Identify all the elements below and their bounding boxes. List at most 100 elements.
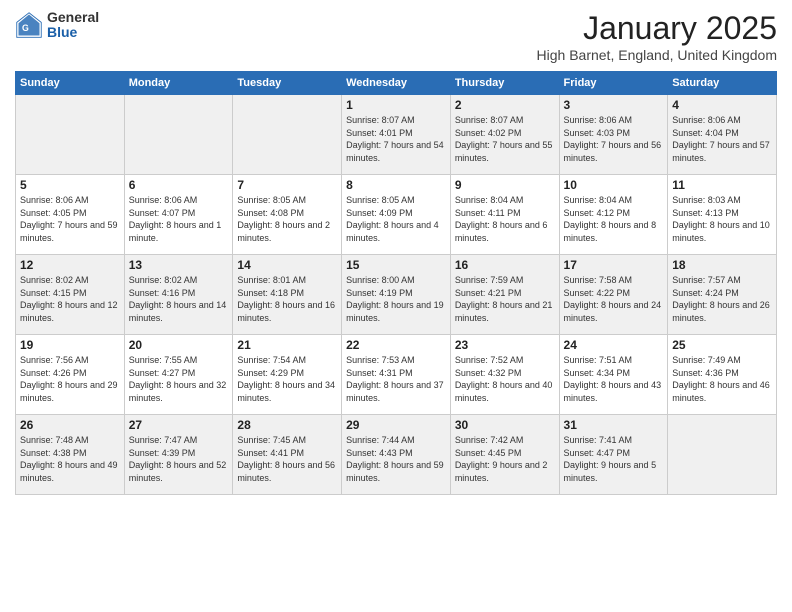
calendar-cell: 20 Sunrise: 7:55 AMSunset: 4:27 PMDayligh… [124, 335, 233, 415]
cell-day-number: 22 [346, 338, 446, 352]
cell-day-number: 15 [346, 258, 446, 272]
cell-day-number: 31 [564, 418, 664, 432]
cell-day-number: 25 [672, 338, 772, 352]
weekday-header: Saturday [668, 72, 777, 95]
calendar-cell: 26Sunrise: 7:48 AMSunset: 4:38 PMDayligh… [16, 415, 125, 495]
cell-day-number: 16 [455, 258, 555, 272]
cell-sun-info: Sunrise: 7:41 AMSunset: 4:47 PMDaylight:… [564, 434, 664, 484]
cell-day-number: 12 [20, 258, 120, 272]
logo-icon: G [15, 11, 43, 39]
cell-day-number: 5 [20, 178, 120, 192]
calendar-cell: 24 Sunrise: 7:51 AMSunset: 4:34 PMDayligh… [559, 335, 668, 415]
calendar-cell: 14 Sunrise: 8:01 AMSunset: 4:18 PMDayligh… [233, 255, 342, 335]
calendar-cell: 7Sunrise: 8:05 AMSunset: 4:08 PMDaylight… [233, 175, 342, 255]
weekday-header: Sunday [16, 72, 125, 95]
logo-text: General Blue [47, 10, 99, 41]
cell-sun-info: Sunrise: 7:57 AMSunset: 4:24 PMDaylight:… [672, 274, 772, 324]
calendar-cell: 31 Sunrise: 7:41 AMSunset: 4:47 PMDayligh… [559, 415, 668, 495]
cell-sun-info: Sunrise: 8:05 AMSunset: 4:08 PMDaylight:… [237, 194, 337, 244]
calendar-cell: 28Sunrise: 7:45 AMSunset: 4:41 PMDayligh… [233, 415, 342, 495]
cell-day-number: 4 [672, 98, 772, 112]
calendar-cell: 4 Sunrise: 8:06 AMSunset: 4:04 PMDaylight… [668, 95, 777, 175]
calendar-week-row: 5 Sunrise: 8:06 AMSunset: 4:05 PMDaylight… [16, 175, 777, 255]
calendar-cell: 12 Sunrise: 8:02 AMSunset: 4:15 PMDayligh… [16, 255, 125, 335]
calendar-cell: 11 Sunrise: 8:03 AMSunset: 4:13 PMDayligh… [668, 175, 777, 255]
calendar-week-row: 26Sunrise: 7:48 AMSunset: 4:38 PMDayligh… [16, 415, 777, 495]
calendar-week-row: 12 Sunrise: 8:02 AMSunset: 4:15 PMDayligh… [16, 255, 777, 335]
calendar-cell: 22 Sunrise: 7:53 AMSunset: 4:31 PMDayligh… [342, 335, 451, 415]
cell-sun-info: Sunrise: 8:06 AMSunset: 4:03 PMDaylight:… [564, 114, 664, 164]
cell-day-number: 24 [564, 338, 664, 352]
weekday-header-row: SundayMondayTuesdayWednesdayThursdayFrid… [16, 72, 777, 95]
cell-sun-info: Sunrise: 8:02 AMSunset: 4:15 PMDaylight:… [20, 274, 120, 324]
cell-sun-info: Sunrise: 7:54 AMSunset: 4:29 PMDaylight:… [237, 354, 337, 404]
cell-day-number: 27 [129, 418, 229, 432]
weekday-header: Friday [559, 72, 668, 95]
cell-sun-info: Sunrise: 7:56 AMSunset: 4:26 PMDaylight:… [20, 354, 120, 404]
cell-day-number: 29 [346, 418, 446, 432]
logo-general-text: General [47, 10, 99, 25]
page: G General Blue January 2025 High Barnet,… [0, 0, 792, 612]
cell-sun-info: Sunrise: 7:52 AMSunset: 4:32 PMDaylight:… [455, 354, 555, 404]
cell-sun-info: Sunrise: 8:06 AMSunset: 4:05 PMDaylight:… [20, 194, 120, 244]
cell-sun-info: Sunrise: 8:06 AMSunset: 4:04 PMDaylight:… [672, 114, 772, 164]
cell-day-number: 21 [237, 338, 337, 352]
calendar-cell: 5 Sunrise: 8:06 AMSunset: 4:05 PMDaylight… [16, 175, 125, 255]
cell-sun-info: Sunrise: 8:01 AMSunset: 4:18 PMDaylight:… [237, 274, 337, 324]
calendar-cell: 6Sunrise: 8:06 AMSunset: 4:07 PMDaylight… [124, 175, 233, 255]
cell-day-number: 1 [346, 98, 446, 112]
cell-sun-info: Sunrise: 7:42 AMSunset: 4:45 PMDaylight:… [455, 434, 555, 484]
cell-day-number: 10 [564, 178, 664, 192]
cell-sun-info: Sunrise: 7:44 AMSunset: 4:43 PMDaylight:… [346, 434, 446, 484]
cell-sun-info: Sunrise: 7:51 AMSunset: 4:34 PMDaylight:… [564, 354, 664, 404]
cell-day-number: 11 [672, 178, 772, 192]
cell-day-number: 2 [455, 98, 555, 112]
calendar-cell: 3Sunrise: 8:06 AMSunset: 4:03 PMDaylight… [559, 95, 668, 175]
cell-day-number: 26 [20, 418, 120, 432]
cell-day-number: 13 [129, 258, 229, 272]
cell-day-number: 30 [455, 418, 555, 432]
cell-sun-info: Sunrise: 8:04 AMSunset: 4:12 PMDaylight:… [564, 194, 664, 244]
calendar-cell: 18Sunrise: 7:57 AMSunset: 4:24 PMDayligh… [668, 255, 777, 335]
weekday-header: Wednesday [342, 72, 451, 95]
cell-sun-info: Sunrise: 8:02 AMSunset: 4:16 PMDaylight:… [129, 274, 229, 324]
cell-sun-info: Sunrise: 8:05 AMSunset: 4:09 PMDaylight:… [346, 194, 446, 244]
calendar-cell: 9 Sunrise: 8:04 AMSunset: 4:11 PMDaylight… [450, 175, 559, 255]
calendar-cell: 21 Sunrise: 7:54 AMSunset: 4:29 PMDayligh… [233, 335, 342, 415]
calendar-cell: 17Sunrise: 7:58 AMSunset: 4:22 PMDayligh… [559, 255, 668, 335]
calendar-cell: 15Sunrise: 8:00 AMSunset: 4:19 PMDayligh… [342, 255, 451, 335]
weekday-header: Thursday [450, 72, 559, 95]
calendar-table: SundayMondayTuesdayWednesdayThursdayFrid… [15, 71, 777, 495]
calendar-cell: 30 Sunrise: 7:42 AMSunset: 4:45 PMDayligh… [450, 415, 559, 495]
cell-sun-info: Sunrise: 8:04 AMSunset: 4:11 PMDaylight:… [455, 194, 555, 244]
calendar-cell: 27 Sunrise: 7:47 AMSunset: 4:39 PMDayligh… [124, 415, 233, 495]
svg-text:G: G [22, 24, 29, 34]
weekday-header: Tuesday [233, 72, 342, 95]
cell-sun-info: Sunrise: 8:03 AMSunset: 4:13 PMDaylight:… [672, 194, 772, 244]
month-title: January 2025 [537, 10, 777, 47]
calendar-cell: 2Sunrise: 8:07 AMSunset: 4:02 PMDaylight… [450, 95, 559, 175]
calendar-cell [233, 95, 342, 175]
header: G General Blue January 2025 High Barnet,… [15, 10, 777, 63]
cell-sun-info: Sunrise: 7:55 AMSunset: 4:27 PMDaylight:… [129, 354, 229, 404]
cell-day-number: 9 [455, 178, 555, 192]
cell-sun-info: Sunrise: 8:07 AMSunset: 4:01 PMDaylight:… [346, 114, 446, 164]
cell-day-number: 28 [237, 418, 337, 432]
calendar-cell: 19 Sunrise: 7:56 AMSunset: 4:26 PMDayligh… [16, 335, 125, 415]
calendar-cell: 13 Sunrise: 8:02 AMSunset: 4:16 PMDayligh… [124, 255, 233, 335]
title-block: January 2025 High Barnet, England, Unite… [537, 10, 777, 63]
logo: G General Blue [15, 10, 99, 41]
cell-sun-info: Sunrise: 7:47 AMSunset: 4:39 PMDaylight:… [129, 434, 229, 484]
calendar-cell [668, 415, 777, 495]
calendar-cell: 8Sunrise: 8:05 AMSunset: 4:09 PMDaylight… [342, 175, 451, 255]
calendar-cell [16, 95, 125, 175]
calendar-week-row: 1 Sunrise: 8:07 AMSunset: 4:01 PMDaylight… [16, 95, 777, 175]
cell-day-number: 20 [129, 338, 229, 352]
cell-day-number: 14 [237, 258, 337, 272]
weekday-header: Monday [124, 72, 233, 95]
cell-day-number: 19 [20, 338, 120, 352]
calendar-cell: 23Sunrise: 7:52 AMSunset: 4:32 PMDayligh… [450, 335, 559, 415]
calendar-cell: 1 Sunrise: 8:07 AMSunset: 4:01 PMDaylight… [342, 95, 451, 175]
location: High Barnet, England, United Kingdom [537, 47, 777, 63]
cell-sun-info: Sunrise: 7:53 AMSunset: 4:31 PMDaylight:… [346, 354, 446, 404]
